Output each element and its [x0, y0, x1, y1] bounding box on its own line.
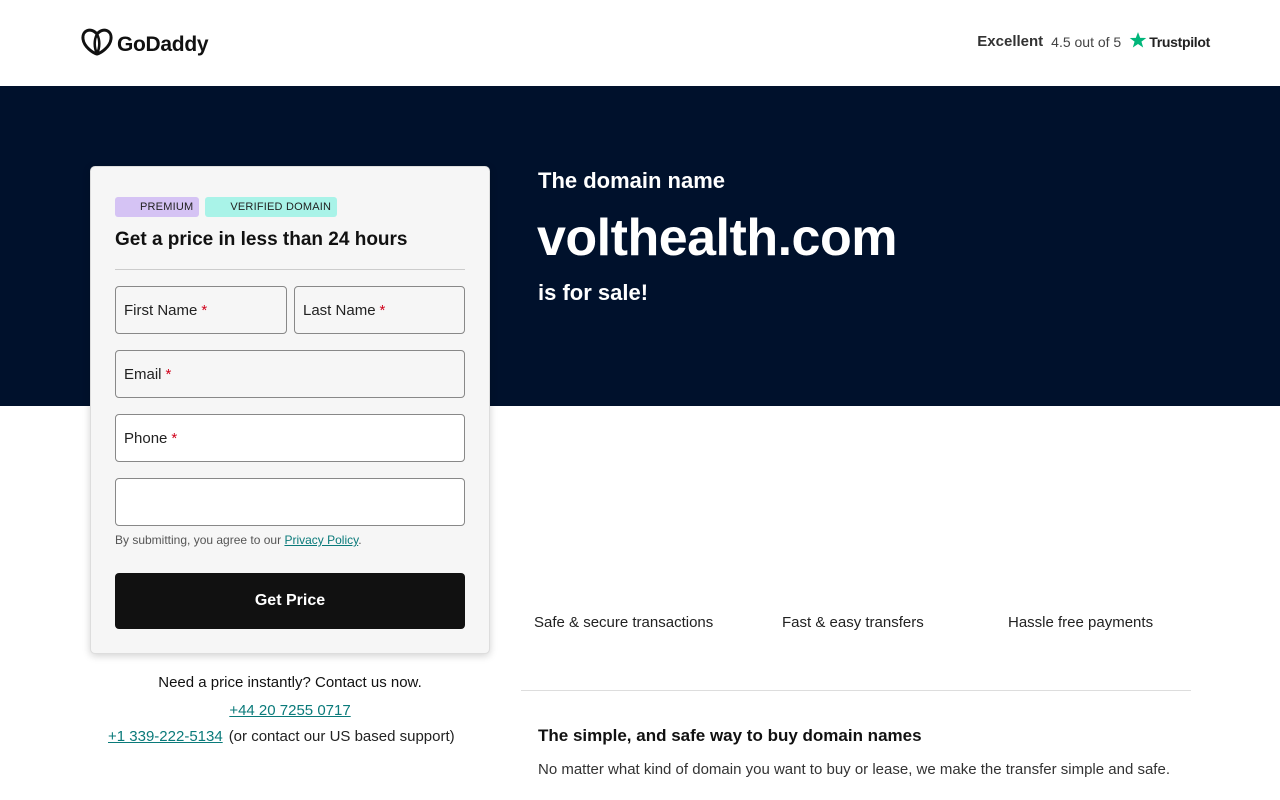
domain-name-heading: volthealth.com [537, 209, 897, 267]
uk-phone-link[interactable]: +44 20 7255 0717 [229, 702, 350, 719]
last-name-field[interactable]: Last Name * [294, 286, 465, 334]
rating-label: Excellent [977, 33, 1044, 50]
consent-end: . [358, 533, 362, 547]
form-title: Get a price in less than 24 hours [115, 229, 408, 250]
form-divider [115, 269, 465, 270]
required-mark: * [165, 365, 172, 383]
first-name-placeholder: First Name [124, 301, 198, 319]
trustpilot-label: Trustpilot [1149, 33, 1210, 50]
price-request-form: PREMIUM VERIFIED DOMAIN Get a price in l… [90, 166, 490, 654]
last-name-placeholder: Last Name [303, 301, 376, 319]
godaddy-logo[interactable]: GoDaddy [81, 28, 209, 61]
section-divider [521, 690, 1191, 691]
verified-domain-badge: VERIFIED DOMAIN [205, 197, 338, 217]
us-support-note: (or contact our US based support) [228, 728, 455, 745]
us-phone-link[interactable]: +1 339-222-5134 [108, 728, 223, 745]
contact-section: Need a price instantly? Contact us now. … [90, 674, 490, 745]
godaddy-heart-logo-icon [81, 28, 113, 61]
phone-field[interactable]: Phone * [115, 414, 465, 462]
info-title: The simple, and safe way to buy domain n… [538, 726, 922, 745]
trustpilot-rating[interactable]: Excellent 4.5 out of 5 Trustpilot [977, 31, 1210, 52]
consent-text: By submitting, you agree to our Privacy … [115, 533, 362, 547]
premium-badge: PREMIUM [115, 197, 200, 217]
feature-secure: Safe & secure transactions [534, 614, 714, 631]
first-name-field[interactable]: First Name * [115, 286, 287, 334]
offer-field[interactable] [115, 478, 465, 526]
required-mark: * [379, 301, 386, 319]
info-body: No matter what kind of domain you want t… [538, 761, 1170, 778]
email-field[interactable]: Email * [115, 350, 465, 398]
rating-score: 4.5 out of 5 [1051, 33, 1122, 50]
email-placeholder: Email [124, 365, 162, 383]
feature-transfers: Fast & easy transfers [782, 614, 924, 631]
required-mark: * [171, 429, 178, 447]
hero-post-text: is for sale! [538, 280, 649, 305]
star-icon [1129, 31, 1147, 52]
badges: PREMIUM VERIFIED DOMAIN [115, 197, 338, 217]
get-price-button[interactable]: Get Price [115, 573, 465, 629]
consent-label: By submitting, you agree to our [115, 533, 282, 547]
privacy-policy-link[interactable]: Privacy Policy [284, 533, 358, 547]
logo-text: GoDaddy [117, 32, 209, 56]
trustpilot-brand: Trustpilot [1129, 31, 1210, 52]
feature-payments: Hassle free payments [1008, 614, 1154, 631]
contact-prompt: Need a price instantly? Contact us now. [158, 674, 422, 691]
phone-placeholder: Phone [124, 429, 168, 447]
hero-pre-text: The domain name [538, 168, 726, 193]
site-header: GoDaddy Excellent 4.5 out of 5 Trustpilo… [0, 0, 1280, 86]
required-mark: * [201, 301, 208, 319]
